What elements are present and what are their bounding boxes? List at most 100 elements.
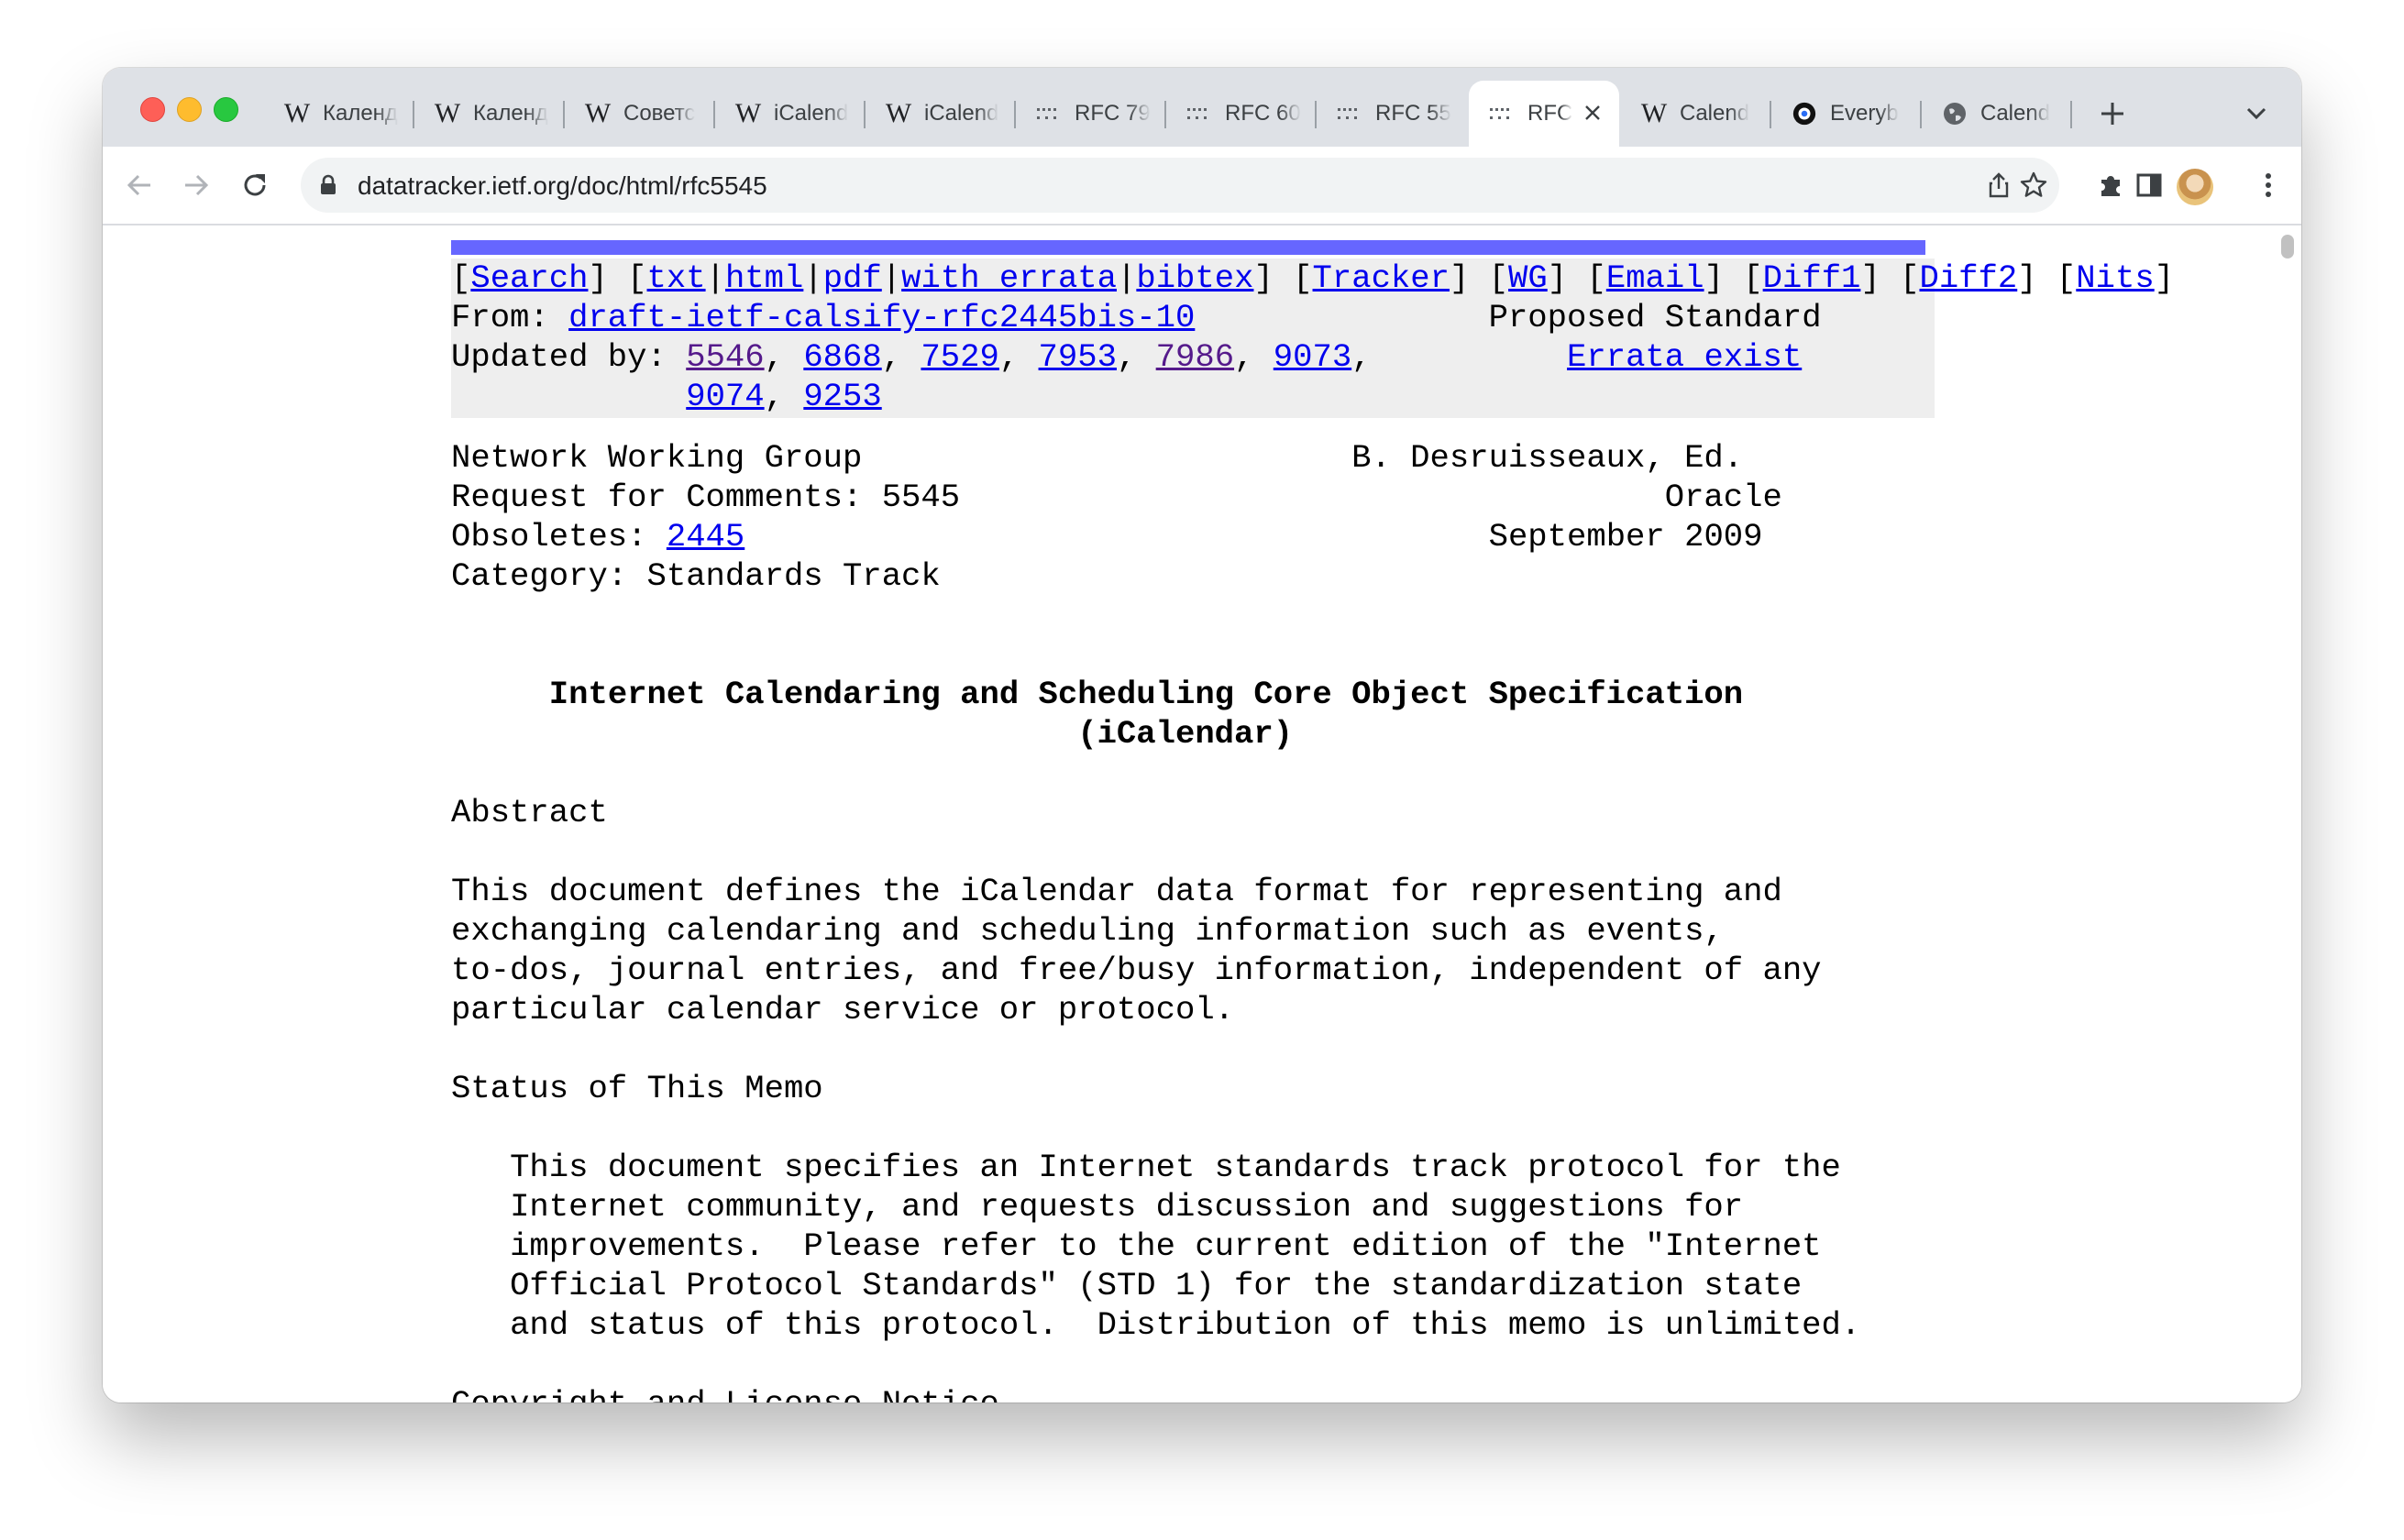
tab-12[interactable]: Calend — [1922, 81, 2072, 147]
back-arrow-icon[interactable] — [121, 167, 158, 204]
abstract-heading: Abstract — [451, 794, 608, 831]
tab-search-chevron-down-icon[interactable] — [2244, 101, 2268, 125]
tab-7[interactable]: RFC 60 — [1166, 81, 1317, 147]
nits-link[interactable]: Nits — [2076, 259, 2154, 297]
wikipedia-icon: W — [283, 98, 311, 128]
scrollbar-thumb[interactable] — [2281, 235, 2294, 258]
tab-label: Everyb — [1830, 101, 1899, 126]
wg-link[interactable]: WG — [1508, 259, 1548, 297]
bookmark-star-icon[interactable] — [2019, 170, 2048, 200]
tab-label: Calend — [1980, 101, 2051, 126]
search-link[interactable]: Search — [470, 259, 588, 297]
browser-window: W Календ W Календ W Советс W iCalend W i… — [103, 68, 2301, 1402]
tab-label: Календ — [323, 101, 398, 126]
tab-4[interactable]: W iCalend — [715, 81, 866, 147]
updated-by-link[interactable]: 9073 — [1274, 338, 1351, 376]
share-icon[interactable] — [1984, 170, 2013, 200]
diff2-link[interactable]: Diff2 — [1919, 259, 2017, 297]
with-errata-link[interactable]: with errata — [901, 259, 1117, 297]
minimize-window-button[interactable] — [177, 97, 202, 122]
document-subtitle: (iCalendar) — [1077, 715, 1294, 753]
tab-label: Советс — [623, 101, 696, 126]
errata-link[interactable]: Errata exist — [1567, 338, 1802, 376]
tab-label: Calend — [1680, 101, 1750, 126]
wikipedia-icon: W — [584, 98, 612, 128]
updated-by-link[interactable]: 7953 — [1039, 338, 1117, 376]
forward-arrow-icon[interactable] — [178, 167, 215, 204]
pdf-link[interactable]: pdf — [823, 259, 882, 297]
html-link[interactable]: html — [725, 259, 803, 297]
updated-by-link[interactable]: 7986 — [1156, 338, 1234, 376]
extensions-puzzle-icon[interactable] — [2094, 169, 2127, 202]
header-right: B. Desruisseaux, Ed. — [1351, 439, 1744, 477]
document-title: Internet Calendaring and Scheduling Core… — [548, 676, 1744, 713]
updated-by-link[interactable]: 5546 — [686, 338, 764, 376]
status-line: Internet community, and requests discuss… — [510, 1188, 1744, 1226]
header-left: Obsoletes: — [451, 518, 667, 556]
obsoletes-link[interactable]: 2445 — [667, 518, 744, 556]
nav-line: [Search] [txt|html|pdf|with errata|bibte… — [451, 259, 2175, 297]
new-tab-button[interactable] — [2094, 95, 2131, 132]
updated-label: Updated by: — [451, 338, 687, 376]
tracker-link[interactable]: Tracker — [1313, 259, 1450, 297]
meta-box: [Search] [txt|html|pdf|with errata|bibte… — [451, 258, 2175, 418]
profile-avatar[interactable] — [2177, 169, 2213, 205]
wikipedia-icon: W — [434, 98, 461, 128]
zoom-window-button[interactable] — [214, 97, 238, 122]
reload-icon[interactable] — [237, 167, 273, 204]
address-bar[interactable]: datatracker.ietf.org/doc/html/rfc5545 — [301, 158, 2059, 213]
kebab-menu-icon[interactable] — [2252, 169, 2285, 202]
tab-label: RFC 60 — [1225, 101, 1301, 126]
tab-5[interactable]: W iCalend — [866, 81, 1016, 147]
abstract-line: particular calendar service or protocol. — [451, 991, 1235, 1028]
tab-6[interactable]: RFC 79 — [1016, 81, 1166, 147]
diff1-link[interactable]: Diff1 — [1763, 259, 1861, 297]
tab-2[interactable]: W Календ — [414, 81, 565, 147]
email-link[interactable]: Email — [1606, 259, 1704, 297]
tab-10[interactable]: W Calend — [1621, 81, 1771, 147]
close-window-button[interactable] — [140, 97, 165, 122]
bibtex-link[interactable]: bibtex — [1136, 259, 1253, 297]
status-heading: Status of This Memo — [451, 1070, 823, 1107]
tab-8[interactable]: RFC 55 — [1317, 81, 1467, 147]
txt-link[interactable]: txt — [647, 259, 706, 297]
status-text: Proposed Standard — [1488, 299, 1822, 336]
status-line: and status of this protocol. Distributio… — [510, 1306, 1861, 1344]
tab-11[interactable]: Everyb — [1771, 81, 1922, 147]
updated-by-link[interactable]: 9074 — [686, 378, 764, 415]
abstract-line: to-dos, journal entries, and free/busy i… — [451, 952, 1822, 989]
top-color-bar — [451, 240, 1925, 255]
url-text[interactable]: datatracker.ietf.org/doc/html/rfc5545 — [358, 171, 767, 201]
close-tab-icon[interactable] — [1579, 99, 1606, 126]
wikipedia-icon: W — [734, 98, 762, 128]
from-label: From: — [451, 299, 569, 336]
ietf-icon — [1186, 101, 1212, 126]
abstract-line: This document defines the iCalendar data… — [451, 873, 1782, 910]
draft-link[interactable]: draft-ietf-calsify-rfc2445bis-10 — [568, 299, 1195, 336]
ietf-icon — [1036, 101, 1062, 126]
from-line: From: draft-ietf-calsify-rfc2445bis-10 P… — [451, 298, 1935, 337]
tab-label: RFC 79 — [1075, 101, 1151, 126]
page-content: [Search] [txt|html|pdf|with errata|bibte… — [103, 226, 2301, 1402]
status-line: This document specifies an Internet stan… — [510, 1149, 1841, 1186]
tab-1[interactable]: W Календ — [264, 81, 414, 147]
updated-by-link[interactable]: 7529 — [921, 338, 998, 376]
header-right: Oracle — [1664, 478, 1782, 516]
lock-icon[interactable] — [319, 174, 337, 201]
tab-9-active[interactable]: RFC — [1469, 81, 1619, 147]
browser-toolbar: datatracker.ietf.org/doc/html/rfc5545 — [103, 147, 2301, 226]
updated-by-link[interactable]: 9253 — [803, 378, 881, 415]
side-panel-icon[interactable] — [2133, 169, 2166, 202]
globe-icon — [1942, 101, 1968, 126]
tab-label: RFC — [1527, 101, 1573, 126]
header-block: Network Working Group B. Desruisseaux, E… — [451, 438, 2129, 1402]
tab-3[interactable]: W Советс — [565, 81, 715, 147]
abstract-line: exchanging calendaring and scheduling in… — [451, 912, 1724, 950]
ietf-icon — [1489, 101, 1515, 126]
tab-label: RFC 55 — [1375, 101, 1451, 126]
copyright-heading: Copyright and License Notice — [451, 1385, 999, 1402]
header-left: Network Working Group — [451, 439, 863, 477]
header-left: Category: Standards Track — [451, 557, 941, 595]
tab-label: iCalend — [774, 101, 849, 126]
updated-by-link[interactable]: 6868 — [803, 338, 881, 376]
